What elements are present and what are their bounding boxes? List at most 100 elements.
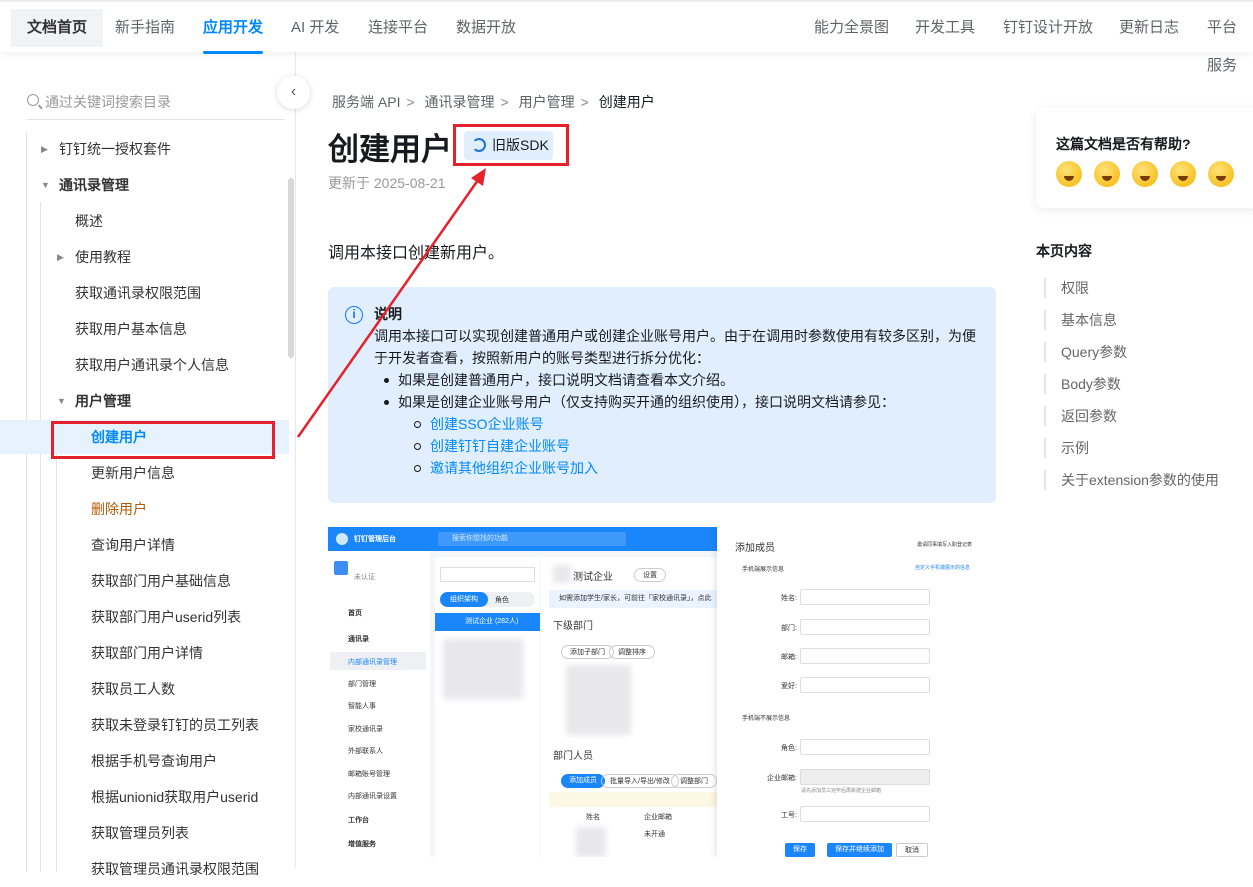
nav-platform-service[interactable]: 平台服务	[1191, 9, 1253, 74]
sidebar-item[interactable]: 删除用户	[91, 491, 147, 527]
sidebar-item[interactable]: ▶ 钉钉统一授权套件	[41, 131, 171, 167]
sidebar-item-label: 获取部门用户userid列表	[91, 609, 242, 625]
sidebar-item[interactable]: 获取员工人数	[91, 671, 175, 707]
sidebar-item-label: 使用教程	[75, 249, 131, 265]
tree-guide	[56, 417, 57, 872]
collapse-sidebar-button[interactable]: ‹	[277, 76, 310, 109]
sidebar-item[interactable]: 查询用户详情	[91, 527, 175, 563]
sidebar-item[interactable]: ▼ 用户管理	[57, 383, 131, 419]
sidebar-item-label: 通讯录管理	[59, 177, 129, 193]
sidebar-item[interactable]: 获取部门用户userid列表	[91, 599, 241, 635]
nav-design-open[interactable]: 钉钉设计开放	[987, 9, 1109, 47]
sn-members: 部门人员	[553, 751, 593, 762]
sn-dlg-invite: 邀请同事填写入职登记表	[917, 542, 973, 548]
link-invite-account[interactable]: 邀请其他组织企业账号加入	[374, 457, 984, 479]
nav-dev-tools[interactable]: 开发工具	[899, 9, 991, 47]
angry-emoji-icon[interactable]	[1056, 161, 1082, 187]
sidebar-search-input[interactable]: 通过关键词搜索目录	[27, 90, 285, 120]
sn-col: 姓名	[586, 814, 600, 821]
sn-dlg-sec: 手机端展示信息	[742, 567, 785, 573]
toc-item[interactable]: Body参数	[1044, 374, 1121, 394]
feedback-title: 这篇文档是否有帮助?	[1056, 136, 1191, 152]
page-title: 创建用户	[328, 132, 452, 167]
sidebar-item[interactable]: 获取管理员通讯录权限范围	[91, 851, 259, 887]
sn-field-label: 姓名:	[781, 595, 797, 602]
toc-title: 本页内容	[1036, 243, 1092, 259]
link-sso-account[interactable]: 创建SSO企业账号	[374, 413, 984, 435]
sidebar-item[interactable]: 获取部门用户详情	[91, 635, 203, 671]
sidebar-item[interactable]: 获取管理员列表	[91, 815, 189, 851]
toc-item[interactable]: Query参数	[1044, 342, 1127, 362]
chevron-down-icon[interactable]: ▼	[41, 167, 50, 203]
sidebar-item-label: 获取管理员通讯录权限范围	[91, 861, 259, 877]
intro-text: 调用本接口创建新用户。	[328, 245, 505, 262]
toc-item[interactable]: 关于extension参数的使用	[1044, 470, 1219, 490]
sidebar-item-label: 概述	[75, 213, 103, 229]
sn-subdept: 下级部门	[553, 621, 593, 632]
sidebar-item-label: 根据手机号查询用户	[91, 753, 217, 769]
sidebar-item[interactable]: 更新用户信息	[91, 455, 175, 491]
sidebar-item-label: 获取部门用户详情	[91, 645, 203, 661]
toc-item[interactable]: 权限	[1044, 278, 1089, 298]
sidebar-item[interactable]: 根据unionid获取用户userid	[91, 779, 258, 815]
chevron-down-icon[interactable]: ▼	[57, 383, 66, 419]
sn-item: 家校通讯录	[348, 726, 383, 733]
note-bullet: 如果是创建普通用户，接口说明文档请查看本文介绍。	[374, 369, 984, 391]
toc-item[interactable]: 返回参数	[1044, 406, 1117, 426]
chevron-right-icon[interactable]: ▶	[41, 131, 48, 167]
sidebar-item[interactable]: 获取用户通讯录个人信息	[75, 347, 229, 383]
sidebar-item-label: 用户管理	[75, 393, 131, 409]
sn-tip: 如需添加学生/家长，可前往「家校通讯录」，点此	[549, 590, 721, 608]
breadcrumb-item[interactable]: 服务端 API	[332, 94, 400, 110]
nav-changelog[interactable]: 更新日志	[1103, 9, 1195, 47]
toc-item[interactable]: 基本信息	[1044, 310, 1117, 330]
sidebar-item[interactable]: 获取用户基本信息	[75, 311, 187, 347]
heart-eyes-emoji-icon[interactable]	[1208, 161, 1234, 187]
breadcrumb-item[interactable]: 用户管理	[519, 94, 575, 110]
nav-connect-platform[interactable]: 连接平台	[352, 9, 444, 47]
sn-cell: 未开通	[644, 831, 665, 838]
sn-item: 增值服务	[348, 841, 376, 848]
sn-item: 通讯录	[348, 636, 369, 643]
sidebar: 通过关键词搜索目录 ▶ 钉钉统一授权套件 ▼ 通讯录管理概述 ▶ 使用教程获取通讯录权限范…	[0, 52, 296, 877]
sn-save-continue: 保存并继续添加	[827, 843, 892, 857]
sidebar-item[interactable]: 获取通讯录权限范围	[75, 275, 201, 311]
sidebar-item[interactable]: 获取未登录钉钉的员工列表	[91, 707, 259, 743]
search-placeholder: 通过关键词搜索目录	[45, 94, 171, 110]
sn-org: 测试企业 (282人)	[435, 613, 540, 631]
nav-ai-dev[interactable]: AI 开发	[275, 9, 355, 47]
feedback-card: 这篇文档是否有帮助?	[1036, 108, 1253, 208]
sn-field-label: 角色:	[781, 745, 797, 752]
note-box: i 说明 调用本接口可以实现创建普通用户或创建企业账号用户。由于在调用时参数使用…	[328, 287, 996, 503]
sidebar-item-label: 获取用户通讯录个人信息	[75, 357, 229, 373]
sidebar-item[interactable]: ▶ 使用教程	[57, 239, 131, 275]
sidebar-item[interactable]: 概述	[75, 203, 103, 239]
sn-item: 外部联系人	[348, 748, 383, 755]
sweat-emoji-icon[interactable]	[1094, 161, 1120, 187]
sidebar-item-label: 获取未登录钉钉的员工列表	[91, 717, 259, 733]
sn-item: 内部通讯录设置	[348, 793, 397, 800]
sn-field-label: 邮箱:	[781, 654, 797, 661]
sidebar-item[interactable]: ▼ 通讯录管理	[41, 167, 129, 203]
nav-capability-map[interactable]: 能力全景图	[798, 9, 905, 47]
nav-app-dev[interactable]: 应用开发	[187, 9, 279, 54]
sn-dlg-title: 添加成员	[735, 543, 775, 554]
nav-docs-home[interactable]: 文档首页	[11, 9, 104, 47]
sidebar-item-label: 更新用户信息	[91, 465, 175, 481]
sidebar-item[interactable]: 根据手机号查询用户	[91, 743, 217, 779]
grin-emoji-icon[interactable]	[1170, 161, 1196, 187]
sn-adjust-dept: 调整部门	[671, 774, 717, 788]
breadcrumb-item[interactable]: 通讯录管理	[425, 94, 495, 110]
sn-add-member: 添加成员	[561, 774, 605, 788]
sidebar-item-label: 钉钉统一授权套件	[59, 141, 171, 157]
link-self-built-account[interactable]: 创建钉钉自建企业账号	[374, 435, 984, 457]
nav-beginner-guide[interactable]: 新手指南	[99, 9, 191, 47]
smile-emoji-icon[interactable]	[1132, 161, 1158, 187]
sidebar-item[interactable]: 获取部门用户基础信息	[91, 563, 231, 599]
screenshot-app-name: 钉钉管理后台	[354, 536, 396, 543]
sn-dlg-custom: 自定义手机端展示的信息	[915, 565, 971, 571]
nav-data-open[interactable]: 数据开放	[440, 9, 532, 47]
sidebar-scrollbar[interactable]	[288, 178, 294, 358]
toc-item[interactable]: 示例	[1044, 438, 1089, 458]
chevron-right-icon[interactable]: ▶	[57, 239, 64, 275]
